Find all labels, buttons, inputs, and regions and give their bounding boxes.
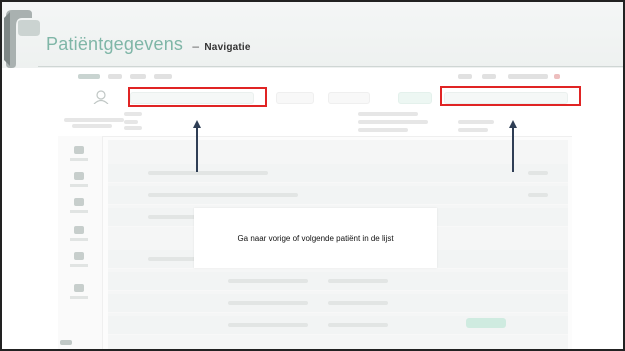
patient-id-placeholder — [72, 124, 112, 128]
sidebar-label — [70, 238, 88, 241]
callout-box: Ga naar vorige of volgende patiënt in de… — [194, 208, 437, 268]
patient-detail-placeholder — [358, 120, 428, 124]
callout-text: Ga naar vorige of volgende patiënt in de… — [237, 233, 394, 243]
patient-detail-placeholder — [358, 128, 408, 132]
ehr-topbar — [58, 68, 572, 87]
sidebar-icon — [74, 146, 84, 154]
sidebar-label — [70, 296, 88, 299]
patient-field-placeholder — [124, 112, 142, 116]
ehr-menu-item — [458, 74, 472, 79]
ehr-menu-item — [108, 74, 122, 79]
sidebar-label — [70, 184, 88, 187]
sidebar-icon — [74, 252, 84, 260]
ehr-logo-icon — [78, 74, 100, 79]
patient-field-placeholder — [124, 120, 138, 124]
highlight-next-patient — [440, 86, 581, 106]
ehr-menu-item — [154, 74, 172, 79]
patient-list-dropdown — [276, 92, 314, 104]
arrow-shaft-left — [196, 126, 198, 172]
slide-title-separator: – — [192, 39, 200, 53]
slide-title: Patiëntgegevens – Navigatie — [46, 34, 251, 55]
logo-mark-icon — [4, 10, 40, 68]
sidebar-icon — [74, 226, 84, 234]
header-divider — [38, 66, 623, 67]
sidebar-label — [70, 210, 88, 213]
ehr-action-button — [466, 318, 506, 328]
sidebar-footer-icon — [60, 340, 72, 345]
patient-detail-placeholder — [358, 112, 418, 116]
ehr-alert-icon — [554, 74, 560, 79]
patient-field-placeholder — [124, 126, 142, 130]
highlight-previous-patient — [128, 87, 267, 107]
sidebar-icon — [74, 284, 84, 292]
table-row — [108, 272, 568, 291]
patient-detail-placeholder — [458, 128, 488, 132]
arrow-shaft-right — [512, 126, 514, 172]
ehr-menu-item — [482, 74, 496, 79]
slide: Patiëntgegevens – Navigatie Ga naar vori… — [0, 0, 625, 351]
patient-detail-placeholder — [458, 120, 494, 124]
sidebar-label — [70, 158, 88, 161]
sidebar-icon — [74, 198, 84, 206]
patient-name-placeholder — [64, 118, 124, 122]
status-pill — [398, 92, 432, 104]
table-row — [108, 294, 568, 313]
table-row — [108, 164, 568, 183]
slide-subtitle: Navigatie — [204, 42, 251, 53]
ehr-menu-item — [130, 74, 146, 79]
ehr-menu-item — [508, 74, 548, 79]
filter-dropdown — [328, 92, 370, 104]
table-row — [108, 186, 568, 205]
sidebar-label — [70, 264, 88, 267]
user-icon — [93, 90, 109, 104]
ehr-sidebar — [58, 136, 103, 349]
sidebar-icon — [74, 172, 84, 180]
slide-title-main: Patiëntgegevens — [46, 34, 184, 54]
